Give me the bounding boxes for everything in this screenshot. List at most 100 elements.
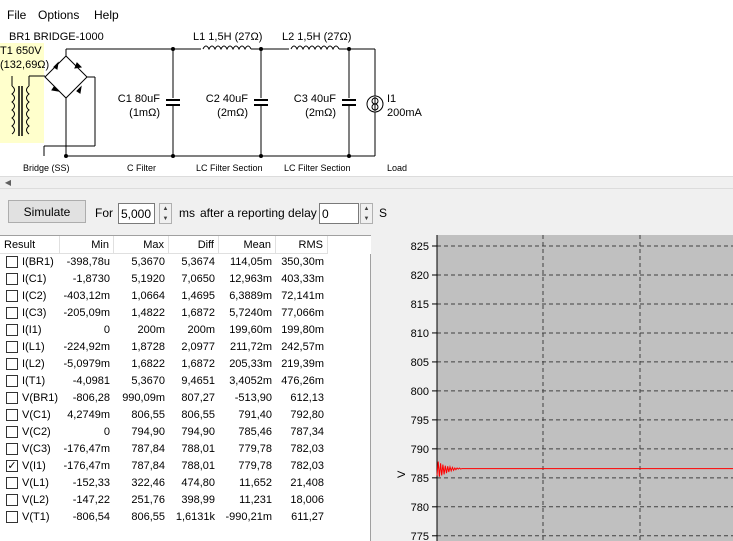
bridge-title-label: BR1 BRIDGE-1000 xyxy=(9,31,104,43)
y-tick-label: 800 xyxy=(411,386,429,398)
menu-help[interactable]: Help xyxy=(94,8,119,22)
column-header-diff[interactable]: Diff xyxy=(169,236,219,254)
column-header-result[interactable]: Result xyxy=(0,236,60,254)
schematic-canvas[interactable]: BR1 BRIDGE-1000 T1 650V (132,69Ω) L1 1,5… xyxy=(0,31,733,176)
result-name: V(C3) xyxy=(22,443,51,455)
result-checkbox[interactable] xyxy=(6,477,18,489)
result-checkbox[interactable] xyxy=(6,426,18,438)
menu-options[interactable]: Options xyxy=(38,8,79,22)
result-min: 4,2749m xyxy=(67,409,110,421)
column-header-rms[interactable]: RMS xyxy=(276,236,328,254)
result-checkbox[interactable] xyxy=(6,375,18,387)
result-checkbox[interactable] xyxy=(6,494,18,506)
y-tick-label: 795 xyxy=(411,415,429,427)
table-row[interactable]: V(T1) -806,54 806,55 1,6131k -990,21m 611,27 xyxy=(0,509,371,526)
table-row[interactable]: I(C1) -1,8730 5,1920 7,0650 12,963m 403,33m xyxy=(0,271,371,288)
result-rms: 782,03 xyxy=(290,443,324,455)
result-mean: 205,33m xyxy=(229,358,272,370)
result-diff: 200m xyxy=(187,324,215,336)
result-diff: 7,0650 xyxy=(181,273,215,285)
column-header-max[interactable]: Max xyxy=(114,236,169,254)
result-checkbox[interactable] xyxy=(6,409,18,421)
result-max: 806,55 xyxy=(131,511,165,523)
table-row[interactable]: I(L2) -5,0979m 1,6822 1,6872 205,33m 219,39m xyxy=(0,356,371,373)
y-tick-label: 810 xyxy=(411,328,429,340)
result-checkbox[interactable]: ✓ xyxy=(6,460,18,472)
result-checkbox[interactable] xyxy=(6,511,18,523)
waveform-chart[interactable]: 825 820 815 810 805 800 795 790 785 780 775 V xyxy=(371,235,733,541)
delay-input[interactable] xyxy=(319,203,359,224)
result-checkbox[interactable] xyxy=(6,443,18,455)
result-diff: 474,80 xyxy=(181,477,215,489)
result-mean: 211,72m xyxy=(230,341,272,353)
result-max: 787,84 xyxy=(131,460,165,472)
c2-esr-label: (2mΩ) xyxy=(217,107,248,119)
table-row[interactable]: I(L1) -224,92m 1,8728 2,0977 211,72m 242,57m xyxy=(0,339,371,356)
result-rms: 782,03 xyxy=(290,460,324,472)
result-max: 1,4822 xyxy=(131,307,165,319)
c3-label: C3 40uF xyxy=(293,93,336,105)
table-row[interactable]: V(L1) -152,33 322,46 474,80 11,652 21,408 xyxy=(0,475,371,492)
chevron-up-icon[interactable]: ▲ xyxy=(160,204,171,214)
result-checkbox[interactable] xyxy=(6,358,18,370)
table-row[interactable]: I(C2) -403,12m 1,0664 1,4695 6,3889m 72,141m xyxy=(0,288,371,305)
chevron-down-icon[interactable]: ▼ xyxy=(361,214,372,224)
duration-input[interactable] xyxy=(118,203,155,224)
table-row[interactable]: V(C3) -176,47m 787,84 788,01 779,78 782,03 xyxy=(0,441,371,458)
delay-spinner[interactable]: ▲ ▼ xyxy=(360,203,373,224)
result-max: 251,76 xyxy=(131,494,165,506)
chevron-down-icon[interactable]: ▼ xyxy=(160,214,171,224)
result-min: -4,0981 xyxy=(72,375,110,387)
simulate-button[interactable]: Simulate xyxy=(8,200,86,223)
plot-area xyxy=(437,235,733,541)
result-checkbox[interactable] xyxy=(6,273,18,285)
result-rms: 476,26m xyxy=(281,375,324,387)
result-checkbox[interactable] xyxy=(6,341,18,353)
result-diff: 806,55 xyxy=(181,409,215,421)
result-name: I(L1) xyxy=(22,341,45,353)
result-max: 806,55 xyxy=(131,409,165,421)
current-source-symbol xyxy=(366,95,384,113)
scroll-left-arrow-icon[interactable]: ◀ xyxy=(0,177,16,188)
result-diff: 2,0977 xyxy=(181,341,215,353)
result-checkbox[interactable] xyxy=(6,392,18,404)
result-name: V(I1) xyxy=(22,460,46,472)
result-rms: 72,141m xyxy=(281,290,324,302)
chevron-up-icon[interactable]: ▲ xyxy=(361,204,372,214)
table-row[interactable]: V(L2) -147,22 251,76 398,99 11,231 18,006 xyxy=(0,492,371,509)
result-mean: -990,21m xyxy=(225,511,272,523)
horizontal-scrollbar[interactable]: ◀ xyxy=(0,176,733,189)
table-row[interactable]: I(T1) -4,0981 5,3670 9,4651 3,4052m 476,26m xyxy=(0,373,371,390)
result-checkbox[interactable] xyxy=(6,290,18,302)
table-row[interactable]: V(C2) 0 794,90 794,90 785,46 787,34 xyxy=(0,424,371,441)
table-row[interactable]: V(C1) 4,2749m 806,55 806,55 791,40 792,80 xyxy=(0,407,371,424)
result-checkbox[interactable] xyxy=(6,256,18,268)
table-row[interactable]: ✓ V(I1) -176,47m 787,84 788,01 779,78 782,03 xyxy=(0,458,371,475)
result-checkbox[interactable] xyxy=(6,307,18,319)
menu-file[interactable]: File xyxy=(7,8,26,22)
result-diff: 5,3674 xyxy=(181,256,215,268)
result-max: 5,1920 xyxy=(131,273,165,285)
table-row[interactable]: I(C3) -205,09m 1,4822 1,6872 5,7240m 77,066m xyxy=(0,305,371,322)
result-rms: 77,066m xyxy=(281,307,324,319)
inductor-l2-symbol xyxy=(289,45,340,53)
result-min: -806,28 xyxy=(72,392,110,404)
result-diff: 794,90 xyxy=(181,426,215,438)
column-header-min[interactable]: Min xyxy=(60,236,114,254)
result-name: I(T1) xyxy=(22,375,46,387)
result-max: 5,3670 xyxy=(131,375,165,387)
result-checkbox[interactable] xyxy=(6,324,18,336)
table-row[interactable]: I(I1) 0 200m 200m 199,60m 199,80m xyxy=(0,322,371,339)
result-diff: 788,01 xyxy=(181,460,215,472)
y-tick-label: 820 xyxy=(411,270,429,282)
table-row[interactable]: V(BR1) -806,28 990,09m 807,27 -513,90 612,13 xyxy=(0,390,371,407)
duration-spinner[interactable]: ▲ ▼ xyxy=(159,203,172,224)
table-row[interactable]: I(BR1) -398,78u 5,3670 5,3674 114,05m 350,30m xyxy=(0,254,371,271)
section-load-label: Load xyxy=(387,163,408,173)
result-mean: 791,40 xyxy=(238,409,272,421)
column-header-mean[interactable]: Mean xyxy=(219,236,276,254)
result-name: V(L2) xyxy=(22,494,49,506)
result-name: I(C3) xyxy=(22,307,47,319)
result-mean: 11,652 xyxy=(239,477,272,489)
section-cfilter-label: C Filter xyxy=(127,163,156,173)
